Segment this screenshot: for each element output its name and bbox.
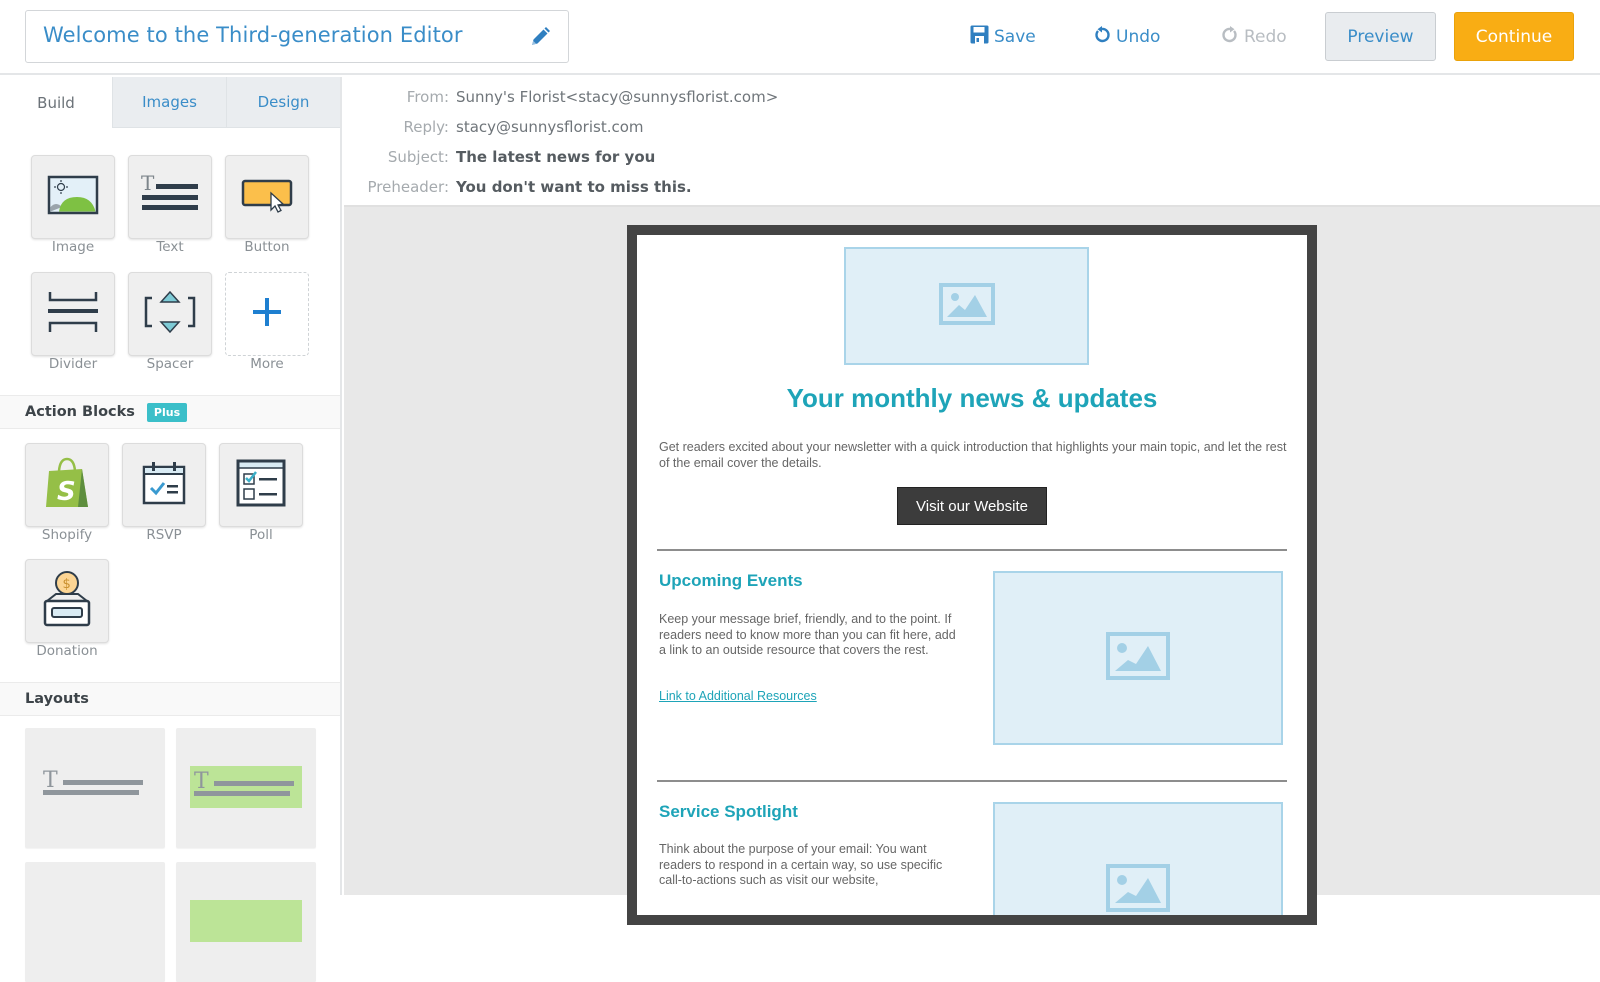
layout-text-tile[interactable]: T [25, 728, 165, 848]
action-blocks-header: Action Blocks Plus [0, 395, 340, 429]
donation-block[interactable]: $ [25, 559, 109, 643]
subject-row[interactable]: Subject: The latest news for you [344, 145, 1144, 169]
text-background-layout-icon [190, 900, 302, 942]
action-blocks-title: Action Blocks [25, 404, 135, 420]
image-placeholder-icon [1106, 864, 1170, 915]
image-placeholder-icon [1106, 631, 1170, 685]
donation-block-label: Donation [36, 643, 98, 659]
shopify-block-label: Shopify [41, 527, 93, 543]
section-title-upcoming-events[interactable]: Upcoming Events [659, 571, 803, 591]
pencil-icon[interactable] [528, 25, 552, 49]
hero-image-placeholder[interactable] [844, 247, 1089, 365]
divider-block-icon [47, 290, 99, 338]
redo-label: Redo [1244, 27, 1287, 47]
button-block-icon [241, 177, 293, 217]
layouts-title: Layouts [25, 691, 89, 707]
text-block-label: Text [156, 239, 184, 255]
subject-value[interactable]: The latest news for you [456, 148, 655, 166]
plus-icon [252, 297, 282, 331]
reply-value[interactable]: stacy@sunnysflorist.com [456, 118, 644, 136]
tab-build[interactable]: Build [0, 77, 112, 128]
reply-label: Reply: [403, 118, 449, 136]
top-bar: Welcome to the Third-generation Editor S… [0, 0, 1600, 75]
shopify-icon: S [44, 457, 90, 513]
spacer-block-icon [144, 290, 196, 338]
button-block-label: Button [244, 239, 290, 255]
divider [657, 549, 1287, 551]
layout-tile[interactable] [176, 862, 316, 982]
text-block[interactable]: T [128, 155, 212, 239]
preheader-row[interactable]: Preheader: You don't want to miss this. [344, 175, 1144, 199]
email-intro-text[interactable]: Get readers excited about your newslette… [659, 440, 1289, 471]
image-placeholder-icon [938, 282, 995, 330]
poll-block-label: Poll [249, 527, 273, 543]
svg-text:T: T [141, 173, 155, 195]
image-block-icon [47, 175, 99, 219]
plus-badge: Plus [146, 402, 188, 422]
undo-button[interactable]: Undo [1093, 24, 1160, 50]
preheader-value[interactable]: You don't want to miss this. [456, 178, 692, 196]
calendar-check-icon [142, 461, 186, 509]
poll-block[interactable] [219, 443, 303, 527]
continue-button[interactable]: Continue [1454, 12, 1574, 61]
email-body: Your monthly news & updates Get readers … [637, 235, 1307, 915]
divider-block[interactable] [31, 272, 115, 356]
undo-icon [1093, 25, 1116, 49]
sidebar-tabs: Build Images Design [0, 77, 340, 128]
more-blocks-button[interactable] [225, 272, 309, 356]
tab-design[interactable]: Design [226, 77, 340, 128]
donation-box-icon: $ [42, 571, 92, 631]
layout-tile[interactable] [25, 862, 165, 982]
divider-block-label: Divider [48, 356, 98, 372]
undo-label: Undo [1116, 27, 1161, 47]
section-body-upcoming-events[interactable]: Keep your message brief, friendly, and t… [659, 612, 959, 659]
text-background-layout-icon: T [190, 766, 302, 808]
subject-label: Subject: [387, 148, 449, 166]
redo-icon [1221, 25, 1244, 49]
save-label: Save [994, 27, 1036, 47]
image-block-label: Image [51, 239, 95, 255]
section-image-placeholder[interactable] [993, 802, 1283, 915]
reply-row[interactable]: Reply: stacy@sunnysflorist.com [344, 115, 1144, 139]
shopify-block[interactable]: S [25, 443, 109, 527]
from-row[interactable]: From: Sunny's Florist<stacy@sunnysfloris… [344, 85, 1144, 109]
email-headers: From: Sunny's Florist<stacy@sunnysfloris… [344, 77, 1600, 207]
additional-resources-link[interactable]: Link to Additional Resources [659, 689, 817, 703]
layouts-header: Layouts [0, 682, 340, 716]
svg-text:$: $ [63, 577, 71, 592]
from-value[interactable]: Sunny's Florist<stacy@sunnysflorist.com> [456, 88, 778, 106]
svg-text:T: T [43, 768, 58, 793]
section-title-service-spotlight[interactable]: Service Spotlight [659, 802, 798, 822]
editor-canvas: From: Sunny's Florist<stacy@sunnysfloris… [344, 77, 1600, 925]
svg-text:S: S [57, 477, 76, 507]
divider [657, 780, 1287, 782]
save-icon [970, 25, 994, 49]
svg-text:T: T [194, 769, 209, 794]
from-label: From: [406, 88, 449, 106]
campaign-title-field[interactable]: Welcome to the Third-generation Editor [25, 10, 569, 63]
visit-website-button[interactable]: Visit our Website [897, 487, 1047, 525]
spacer-block-label: Spacer [146, 356, 194, 372]
sidebar: Build Images Design Image T Text Button … [0, 77, 342, 982]
rsvp-block-label: RSVP [146, 527, 182, 543]
layout-text-background-tile[interactable]: T [176, 728, 316, 848]
save-button[interactable]: Save [970, 24, 1036, 50]
redo-button[interactable]: Redo [1221, 24, 1287, 50]
spacer-block[interactable] [128, 272, 212, 356]
tab-images[interactable]: Images [112, 77, 226, 128]
campaign-title[interactable]: Welcome to the Third-generation Editor [43, 23, 463, 47]
section-image-placeholder[interactable] [993, 571, 1283, 745]
more-blocks-label: More [250, 356, 284, 372]
email-preview-frame: Your monthly news & updates Get readers … [627, 225, 1317, 925]
image-block[interactable] [31, 155, 115, 239]
preheader-label: Preheader: [367, 178, 449, 196]
text-layout-icon: T [43, 768, 147, 806]
button-block[interactable] [225, 155, 309, 239]
poll-icon [236, 459, 286, 511]
section-body-service-spotlight[interactable]: Think about the purpose of your email: Y… [659, 842, 959, 889]
email-headline[interactable]: Your monthly news & updates [637, 383, 1307, 414]
text-block-icon: T [141, 171, 199, 221]
preview-button[interactable]: Preview [1325, 12, 1436, 61]
rsvp-block[interactable] [122, 443, 206, 527]
